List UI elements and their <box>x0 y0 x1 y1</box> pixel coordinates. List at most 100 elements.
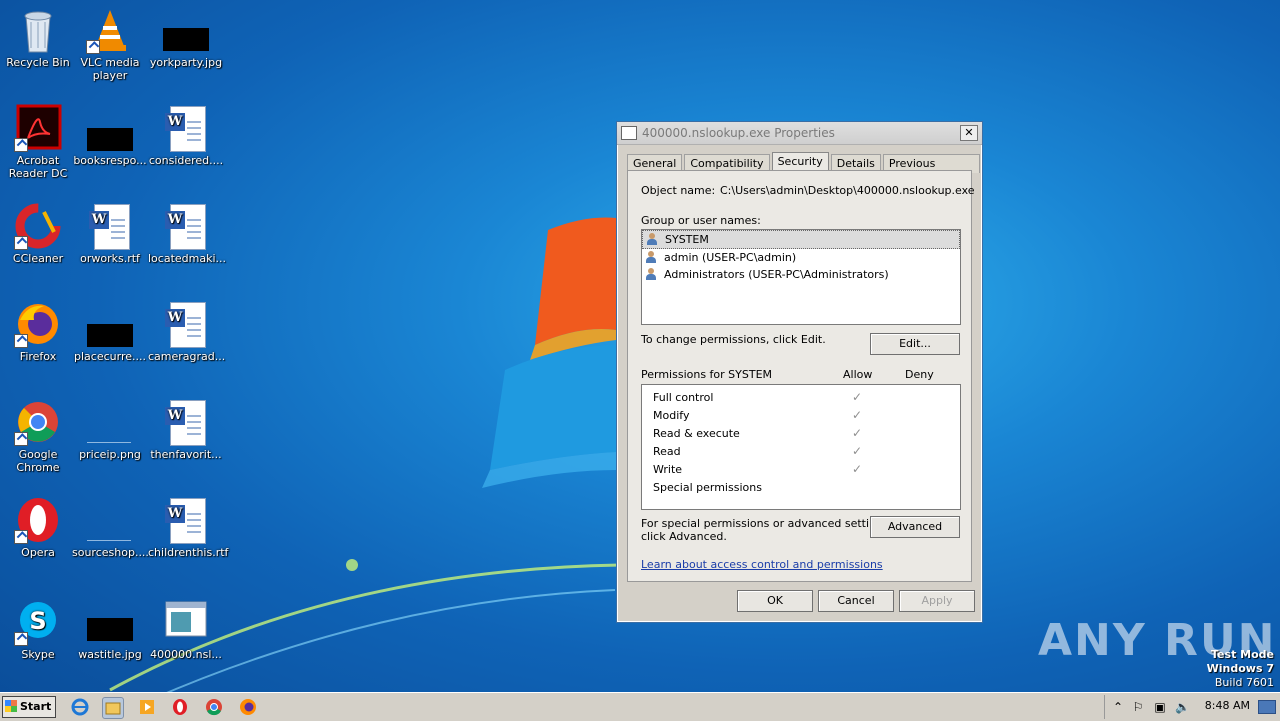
dialog-titlebar[interactable]: 400000.nslookup.exe Properties ✕ <box>617 122 982 145</box>
taskbar: Start ⌃ ⚐ ▣ 🔈 8:48 AM <box>0 692 1280 721</box>
close-button[interactable]: ✕ <box>960 125 978 141</box>
word-doc-icon: W <box>162 496 210 544</box>
test-mode-text: Test Mode Windows 7 Build 7601 <box>1207 648 1274 690</box>
word-doc-icon: W <box>162 202 210 250</box>
security-panel: Object name: C:\Users\admin\Desktop\4000… <box>627 170 975 582</box>
image-file-icon <box>86 104 134 152</box>
start-button[interactable]: Start <box>2 696 56 718</box>
icon-label: Opera <box>21 546 55 559</box>
desktop-icon-opera[interactable]: Opera <box>0 496 76 559</box>
dialog-title: 400000.nslookup.exe Properties <box>642 126 835 140</box>
windows-logo-icon <box>5 700 17 712</box>
shortcut-arrow-icon <box>86 40 100 54</box>
user-name: Administrators (USER-PC\Administrators) <box>664 268 889 281</box>
desktop-icon-recycle-bin[interactable]: Recycle Bin <box>0 6 76 69</box>
chrome-icon <box>14 398 62 446</box>
word-doc-icon: W <box>162 398 210 446</box>
desktop-icon-childrenthis[interactable]: W childrenthis.rtf <box>148 496 229 559</box>
permissions-list[interactable]: Full control ✓ Modify ✓ Read & execute ✓… <box>641 384 961 510</box>
user-list[interactable]: SYSTEM admin (USER-PC\admin) Administrat… <box>641 229 961 325</box>
advanced-button[interactable]: Advanced <box>870 516 960 538</box>
desktop-icon-nslookup-exe[interactable]: 400000.nsl... <box>148 598 224 661</box>
list-item-admin[interactable]: admin (USER-PC\admin) <box>642 249 960 266</box>
image-file-icon <box>162 6 210 54</box>
user-icon <box>646 251 660 264</box>
allow-check-icon: ✓ <box>852 426 863 440</box>
desktop-icon-considered[interactable]: W considered.... <box>148 104 224 167</box>
desktop-icon-vlc[interactable]: VLC media player <box>72 6 148 82</box>
clock[interactable]: 8:48 AM <box>1205 699 1250 712</box>
icon-label: Skype <box>21 648 55 661</box>
firefox-icon[interactable] <box>238 697 258 717</box>
word-doc-icon: W <box>162 300 210 348</box>
desktop-icon-yorkparty[interactable]: yorkparty.jpg <box>148 6 224 69</box>
list-item-administrators[interactable]: Administrators (USER-PC\Administrators) <box>642 266 960 283</box>
vlc-icon <box>86 6 134 54</box>
desktop-icon-booksrespo[interactable]: booksrespo... <box>72 104 148 167</box>
cancel-button[interactable]: Cancel <box>818 590 894 612</box>
group-icon <box>647 233 661 246</box>
permission-modify: Modify <box>653 409 690 422</box>
show-hidden-icons-icon[interactable]: ⌃ <box>1111 700 1125 714</box>
desktop-icon-placecurre[interactable]: placecurre.... <box>72 300 148 363</box>
desktop-icon-thenfavorit[interactable]: W thenfavorit... <box>148 398 224 461</box>
desktop-icon-priceip[interactable]: priceip.png <box>72 398 148 461</box>
icon-label: wastitle.jpg <box>78 648 142 661</box>
desktop-icon-cameragrad[interactable]: W cameragrad... <box>148 300 226 363</box>
volume-icon[interactable]: 🔈 <box>1175 700 1190 714</box>
shortcut-arrow-icon <box>14 632 28 646</box>
exe-file-icon <box>162 598 210 646</box>
shortcut-arrow-icon <box>14 530 28 544</box>
ok-button[interactable]: OK <box>737 590 813 612</box>
icon-label: placecurre.... <box>74 350 146 363</box>
media-player-icon[interactable] <box>137 697 157 717</box>
desktop-icon-locatedmaki[interactable]: W locatedmaki... <box>148 202 227 265</box>
action-center-flag-icon[interactable]: ⚐ <box>1131 700 1145 714</box>
skype-icon: S <box>14 598 62 646</box>
object-name-value: C:\Users\admin\Desktop\400000.nslookup.e… <box>720 184 975 197</box>
show-desktop-icon[interactable] <box>1258 700 1276 714</box>
icon-label: 400000.nsl... <box>150 648 222 661</box>
icon-label: Acrobat Reader DC <box>8 154 68 180</box>
change-permissions-text: To change permissions, click Edit. <box>641 333 826 346</box>
user-name: SYSTEM <box>665 233 709 246</box>
chrome-icon[interactable] <box>204 697 224 717</box>
word-doc-icon: W <box>162 104 210 152</box>
special-permissions-text: For special permissions or advanced sett… <box>641 517 893 530</box>
icon-label: yorkparty.jpg <box>149 56 223 69</box>
desktop-icon-acrobat[interactable]: Acrobat Reader DC <box>0 104 76 180</box>
allow-check-icon: ✓ <box>852 390 863 404</box>
group-label: Group or user names: <box>641 214 761 227</box>
explorer-icon[interactable] <box>102 697 124 719</box>
permission-write: Write <box>653 463 683 476</box>
word-doc-icon: W <box>86 202 134 250</box>
list-item-system[interactable]: SYSTEM <box>642 230 960 249</box>
edit-button[interactable]: Edit... <box>870 333 960 355</box>
desktop-icon-wastitle[interactable]: wastitle.jpg <box>72 598 148 661</box>
desktop-icon-firefox[interactable]: Firefox <box>0 300 76 363</box>
icon-label: childrenthis.rtf <box>148 546 229 559</box>
icon-label: Firefox <box>19 350 57 363</box>
icon-label: locatedmaki... <box>148 252 227 265</box>
opera-icon <box>14 496 62 544</box>
desktop-icon-ccleaner[interactable]: CCleaner <box>0 202 76 265</box>
allow-header: Allow <box>843 368 873 381</box>
svg-text:S: S <box>29 607 46 635</box>
test-mode-label: Test Mode <box>1211 648 1274 661</box>
internet-explorer-icon[interactable] <box>70 697 90 717</box>
opera-icon[interactable] <box>170 697 190 717</box>
learn-more-link[interactable]: Learn about access control and permissio… <box>641 558 883 571</box>
desktop-icon-sourceshop[interactable]: sourceshop.... <box>72 496 149 559</box>
network-icon[interactable]: ▣ <box>1153 700 1167 714</box>
image-file-icon <box>86 300 134 348</box>
icon-label: considered.... <box>148 154 224 167</box>
desktop-icon-chrome[interactable]: Google Chrome <box>0 398 76 474</box>
window-icon <box>621 126 637 140</box>
icon-label: cameragrad... <box>148 350 226 363</box>
icon-label: Google Chrome <box>16 448 60 474</box>
apply-button[interactable]: Apply <box>899 590 975 612</box>
image-file-icon <box>86 496 134 544</box>
desktop-icon-skype[interactable]: S Skype <box>0 598 76 661</box>
permissions-for-label: Permissions for SYSTEM <box>641 368 773 381</box>
desktop-icon-orworks[interactable]: W orworks.rtf <box>72 202 148 265</box>
